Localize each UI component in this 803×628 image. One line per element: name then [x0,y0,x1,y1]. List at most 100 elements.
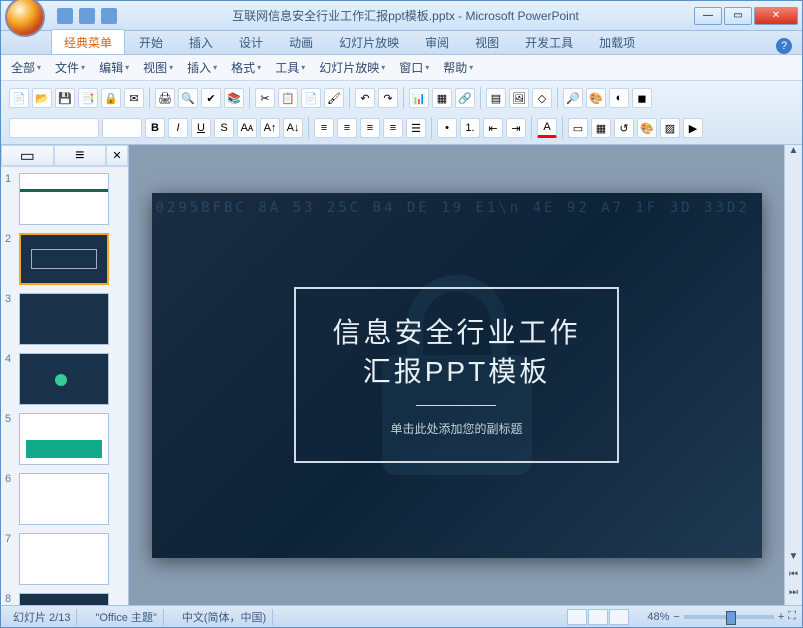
slide-canvas[interactable]: 0295BFBC 8A 53 25C B4 DE 19 E1\n 4E 92 A… [129,145,784,605]
strike-icon[interactable]: S [214,118,234,138]
office-button[interactable] [5,0,45,37]
open-icon[interactable]: 📂 [32,88,52,108]
next-slide-icon[interactable]: ⏭ [785,587,802,605]
tab-slideshow[interactable]: 幻灯片放映 [327,30,411,54]
grow-font-icon[interactable]: A↑ [260,118,280,138]
thumbnail-7[interactable] [19,533,109,585]
numbering-icon[interactable]: 1. [460,118,480,138]
save-icon[interactable]: 💾 [55,88,75,108]
align-left-icon[interactable]: ≡ [314,118,334,138]
menu-file[interactable]: 文件▾ [55,59,85,76]
thumbnail-2[interactable] [19,233,109,285]
close-button[interactable]: ✕ [754,7,798,25]
menu-help[interactable]: 帮助▾ [443,59,473,76]
italic-icon[interactable]: I [168,118,188,138]
research-icon[interactable]: 📚 [224,88,244,108]
design-icon[interactable]: 🎨 [637,118,657,138]
align-center-icon[interactable]: ≡ [337,118,357,138]
menu-tools[interactable]: 工具▾ [275,59,305,76]
slide[interactable]: 0295BFBC 8A 53 25C B4 DE 19 E1\n 4E 92 A… [152,193,762,558]
zoom-out-icon[interactable]: − [673,611,679,623]
menu-window[interactable]: 窗口▾ [399,59,429,76]
thumbnail-3[interactable] [19,293,109,345]
font-box[interactable] [9,118,99,138]
menu-slideshow[interactable]: 幻灯片放映▾ [319,59,385,76]
slide-subtitle[interactable]: 单击此处添加您的副标题 [332,420,580,437]
mail-icon[interactable]: ✉ [124,88,144,108]
thumbnail-8[interactable] [19,593,109,605]
indent-inc-icon[interactable]: ⇥ [506,118,526,138]
tab-addins[interactable]: 加载项 [587,30,647,54]
outline-tab[interactable]: ≡ [54,145,107,166]
thumbnails[interactable]: 1 2 3 4 5 6 7 8 [1,167,128,605]
grayscale-icon[interactable]: ◐ [609,88,629,108]
justify-icon[interactable]: ≡ [383,118,403,138]
tables-icon[interactable]: ▤ [486,88,506,108]
panel-close-icon[interactable]: ✕ [106,145,128,166]
thumbnail-4[interactable] [19,353,109,405]
tab-design[interactable]: 设计 [227,30,275,54]
align-right-icon[interactable]: ≡ [360,118,380,138]
thumbnail-6[interactable] [19,473,109,525]
minimize-button[interactable]: — [694,7,722,25]
tab-insert[interactable]: 插入 [177,30,225,54]
qat-undo-icon[interactable] [79,8,95,24]
permissions-icon[interactable]: 🔒 [101,88,121,108]
tab-home[interactable]: 开始 [127,30,175,54]
indent-dec-icon[interactable]: ⇤ [483,118,503,138]
shrink-font-icon[interactable]: A↓ [283,118,303,138]
tab-developer[interactable]: 开发工具 [513,30,585,54]
slides-tab[interactable]: ▭ [1,145,54,166]
thumbnail-5[interactable] [19,413,109,465]
tab-view[interactable]: 视图 [463,30,511,54]
print-icon[interactable]: 🖨 [155,88,175,108]
qat-redo-icon[interactable] [101,8,117,24]
sorter-view-icon[interactable] [588,609,608,625]
new-slide-icon[interactable]: ▭ [568,118,588,138]
bullets-icon[interactable]: • [437,118,457,138]
scroll-down-icon[interactable]: ▼ [785,551,802,569]
zoom-level[interactable]: 48% [647,611,669,623]
picture-icon[interactable]: 🖼 [509,88,529,108]
size-box[interactable] [102,118,142,138]
qat-save-icon[interactable] [57,8,73,24]
layout-icon[interactable]: ▦ [591,118,611,138]
distribute-icon[interactable]: ☰ [406,118,426,138]
menu-edit[interactable]: 编辑▾ [99,59,129,76]
undo-icon[interactable]: ↶ [355,88,375,108]
maximize-button[interactable]: ▭ [724,7,752,25]
shapes-icon[interactable]: ◇ [532,88,552,108]
zoom-icon[interactable]: 🔎 [563,88,583,108]
prev-slide-icon[interactable]: ⏮ [785,569,802,587]
hyperlink-icon[interactable]: 🔗 [455,88,475,108]
bw-icon[interactable]: ◼ [632,88,652,108]
vertical-scrollbar[interactable]: ▲ ▼ ⏮ ⏭ [784,145,802,605]
color-icon[interactable]: 🎨 [586,88,606,108]
copy-icon[interactable]: 📋 [278,88,298,108]
saveas-icon[interactable]: 📑 [78,88,98,108]
table-icon[interactable]: ▦ [432,88,452,108]
tab-animation[interactable]: 动画 [277,30,325,54]
menu-insert[interactable]: 插入▾ [187,59,217,76]
help-icon[interactable]: ? [776,38,792,54]
slideshow-view-icon[interactable] [609,609,629,625]
fit-icon[interactable]: ⛶ [788,610,796,623]
spell-icon[interactable]: ✔ [201,88,221,108]
bold-icon[interactable]: B [145,118,165,138]
cut-icon[interactable]: ✂ [255,88,275,108]
preview-icon[interactable]: 🔍 [178,88,198,108]
reset-icon[interactable]: ↺ [614,118,634,138]
scroll-up-icon[interactable]: ▲ [785,145,802,163]
new-icon[interactable]: 📄 [9,88,29,108]
slideshow-icon[interactable]: ▶ [683,118,703,138]
menu-format[interactable]: 格式▾ [231,59,261,76]
paste-icon[interactable]: 📄 [301,88,321,108]
font-color-icon[interactable]: A [537,118,557,138]
title-placeholder[interactable]: 信息安全行业工作 汇报PPT模板 单击此处添加您的副标题 [294,287,618,463]
tab-classic-menu[interactable]: 经典菜单 [51,29,125,54]
tab-review[interactable]: 审阅 [413,30,461,54]
menu-all[interactable]: 全部▾ [11,59,41,76]
chart-icon[interactable]: 📊 [409,88,429,108]
zoom-in-icon[interactable]: + [778,611,784,623]
normal-view-icon[interactable] [567,609,587,625]
